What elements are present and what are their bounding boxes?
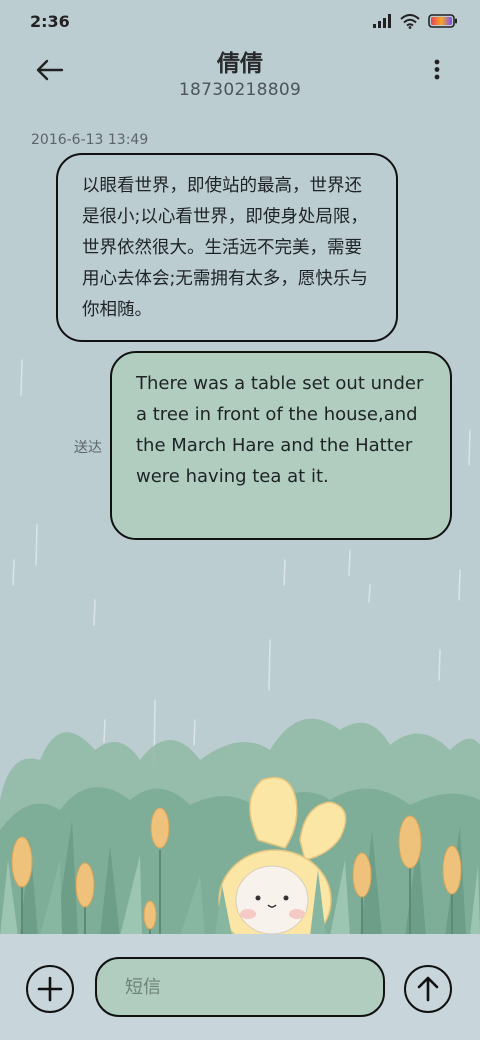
arrow-up-icon (417, 976, 439, 1002)
scenery-illustration (0, 718, 480, 936)
message-input[interactable] (123, 975, 367, 999)
incoming-message-text: 以眼看世界，即使站的最高，世界还是很小;以心看世界，即使身处局限，世界依然很大。… (82, 176, 368, 320)
send-button[interactable] (404, 965, 452, 1013)
add-attachment-button[interactable] (26, 965, 74, 1013)
plus-icon (37, 976, 63, 1002)
message-timestamp: 2016-6-13 13:49 (31, 132, 149, 148)
outgoing-message-text: There was a table set out under a tree i… (136, 373, 424, 487)
message-input-container[interactable] (95, 957, 385, 1017)
outgoing-message-bubble[interactable]: There was a table set out under a tree i… (110, 351, 452, 540)
delivery-status: 送达 (74, 440, 102, 456)
composer-bar (0, 934, 480, 1040)
incoming-message-bubble[interactable]: 以眼看世界，即使站的最高，世界还是很小;以心看世界，即使身处局限，世界依然很大。… (56, 153, 398, 342)
